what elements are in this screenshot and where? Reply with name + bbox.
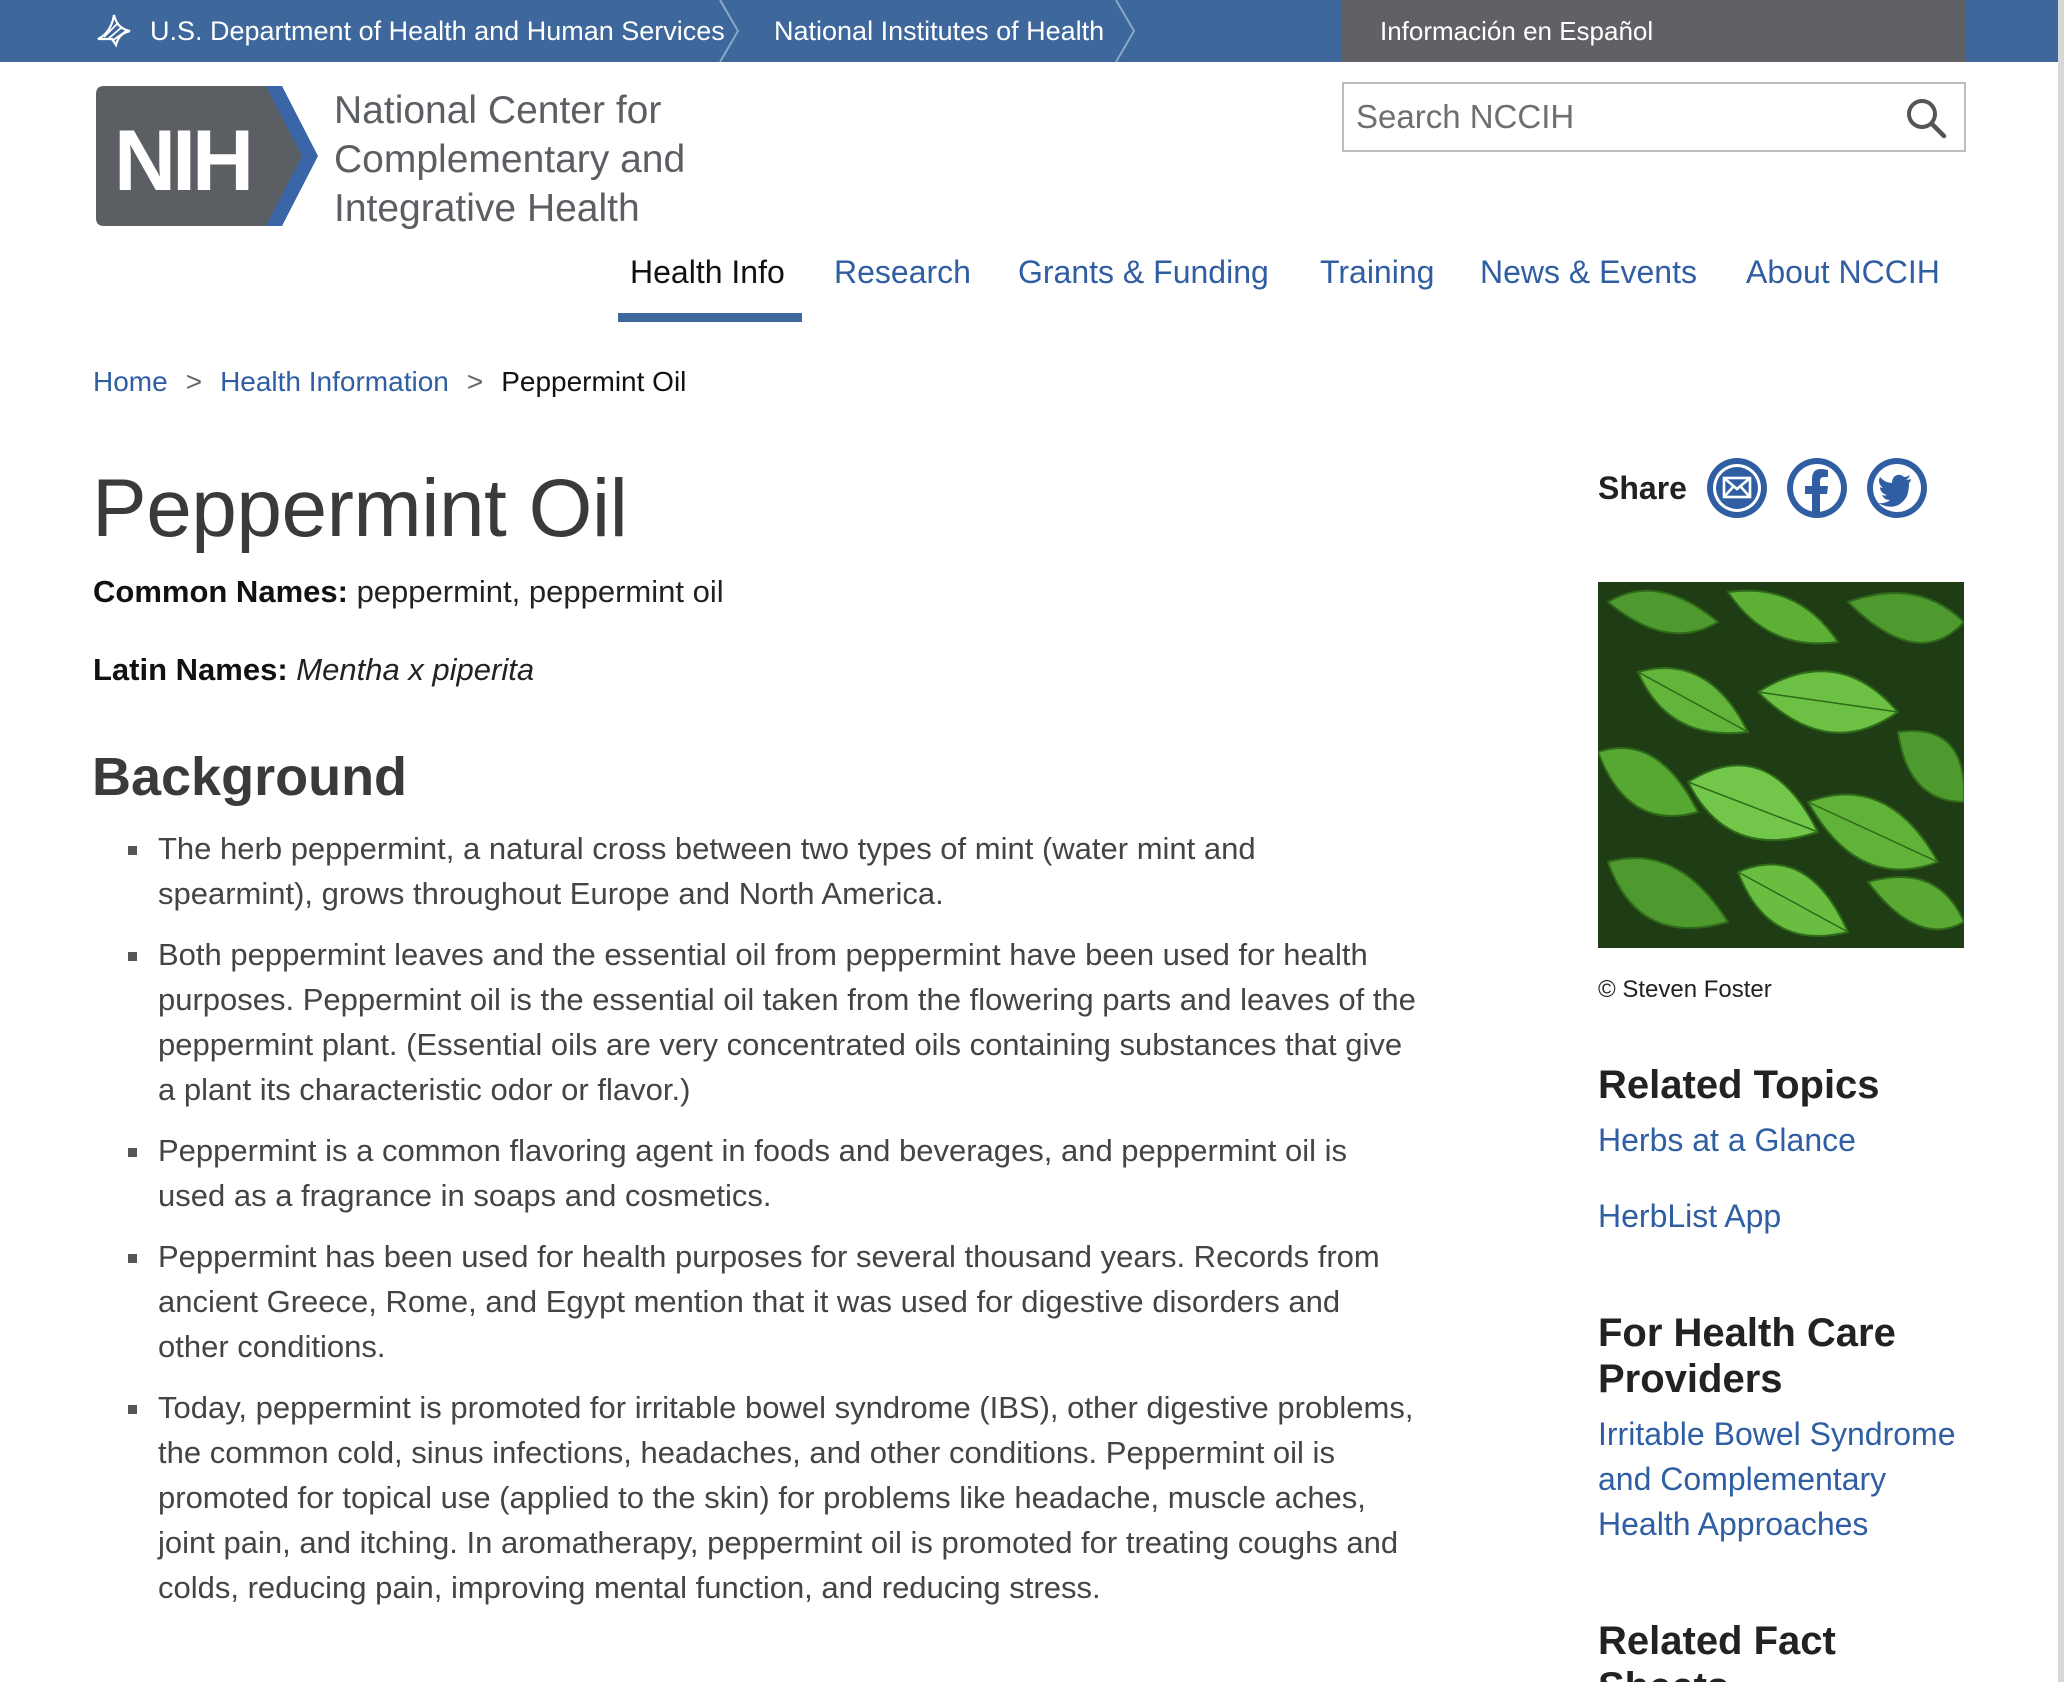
list-item: Peppermint has been used for health purp… [126,1234,1416,1369]
email-icon[interactable] [1706,458,1767,518]
hcp-heading: For Health Care Providers [1598,1311,1896,1401]
espanol-link[interactable]: Información en Español [1342,0,1966,62]
latin-names: Latin Names: Mentha x piperita [93,652,534,688]
share-bar: Share [1598,458,1947,518]
chevron-divider [1115,0,1136,62]
list-item: Today, peppermint is promoted for irrita… [126,1385,1416,1610]
search-icon[interactable] [1904,96,1948,140]
list-item: Peppermint is a common flavoring agent i… [126,1128,1416,1218]
main-nav: Health Info Research Grants & Funding Tr… [0,254,2064,324]
gov-bar: U.S. Department of Health and Human Serv… [0,0,2064,62]
peppermint-photo [1598,582,1964,948]
search-box [1342,82,1966,152]
nav-grants-funding[interactable]: Grants & Funding [1018,254,1269,291]
common-names: Common Names: peppermint, peppermint oil [93,574,724,610]
common-names-label: Common Names: [93,574,348,609]
related-fact-sheets-heading: Related Fact Sheets [1598,1619,1836,1682]
nav-news-events[interactable]: News & Events [1480,254,1697,291]
window-edge [2058,0,2064,1682]
search-input[interactable] [1344,84,1884,150]
org-name-line: Integrative Health [334,187,640,230]
hhs-eagle-icon [97,14,131,48]
nav-research[interactable]: Research [834,254,971,291]
hhs-link[interactable]: U.S. Department of Health and Human Serv… [92,0,725,62]
org-name[interactable]: National Center for Complementary and In… [334,86,754,233]
org-name-line: Complementary and [334,138,686,181]
nih-logo[interactable]: NIH [96,86,320,226]
breadcrumb-current: Peppermint Oil [501,366,687,397]
hcp-link[interactable]: Irritable Bowel Syndrome and Complementa… [1598,1412,1978,1547]
nav-active-indicator [618,313,802,322]
breadcrumb-home[interactable]: Home [93,366,168,398]
twitter-icon[interactable] [1866,458,1927,518]
breadcrumb-separator: > [185,366,203,397]
page-title: Peppermint Oil [92,463,628,554]
chevron-divider [719,0,740,62]
breadcrumb: Home > Health Information > Peppermint O… [93,366,686,398]
nav-health-info[interactable]: Health Info [630,254,785,291]
hhs-label: U.S. Department of Health and Human Serv… [150,15,725,46]
image-credit: © Steven Foster [1598,976,1772,1003]
common-names-value: peppermint, peppermint oil [356,574,724,609]
background-list: The herb peppermint, a natural cross bet… [126,826,1416,1626]
related-topics-heading: Related Topics [1598,1063,1880,1107]
breadcrumb-separator: > [466,366,484,397]
share-label: Share [1598,469,1687,506]
org-name-line: National Center for [334,89,662,132]
nav-training[interactable]: Training [1320,254,1434,291]
list-item: The herb peppermint, a natural cross bet… [126,826,1416,916]
breadcrumb-health-information[interactable]: Health Information [220,366,449,398]
nih-link[interactable]: National Institutes of Health [774,0,1104,62]
latin-names-value: Mentha x piperita [296,652,535,687]
related-topic-link[interactable]: HerbList App [1598,1194,1978,1239]
background-heading: Background [92,747,408,807]
list-item: Both peppermint leaves and the essential… [126,932,1416,1112]
nav-about-nccih[interactable]: About NCCIH [1746,254,1940,291]
logo-text: NIH [114,113,250,209]
related-topic-link[interactable]: Herbs at a Glance [1598,1118,1978,1163]
facebook-icon[interactable] [1786,458,1847,518]
latin-names-label: Latin Names: [93,652,288,687]
